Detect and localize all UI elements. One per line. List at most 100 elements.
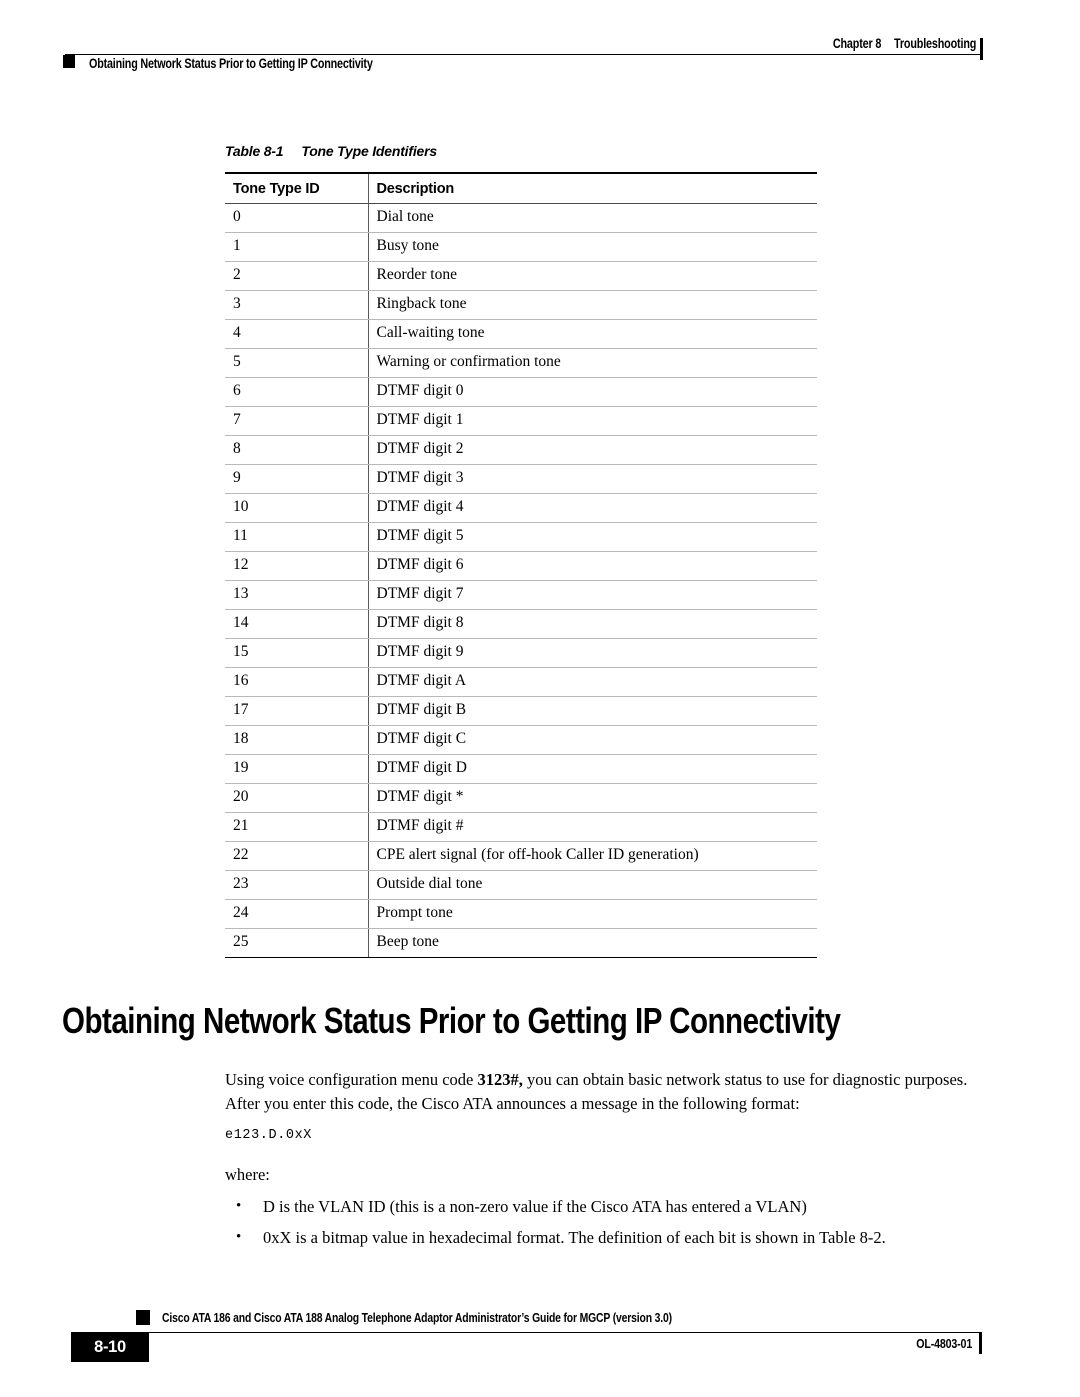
table-row: 10 DTMF digit 4	[225, 493, 817, 523]
table-row: 6 DTMF digit 0	[225, 377, 817, 407]
cell-description: DTMF digit 9	[367, 638, 817, 668]
intro-paragraph: Using voice configuration menu code 3123…	[225, 1068, 998, 1116]
page-header: Chapter 8 Troubleshooting Obtaining Netwo…	[0, 0, 1080, 90]
cell-description: Busy tone	[367, 232, 817, 262]
header-chapter-number: Chapter 8	[832, 36, 882, 51]
table-caption: Table 8-1 Tone Type Identifiers	[225, 143, 817, 159]
cell-description: DTMF digit 5	[367, 522, 817, 552]
cell-description: Ringback tone	[367, 290, 817, 320]
page-number: 8-10	[94, 1338, 126, 1356]
table-row: 2 Reorder tone	[225, 261, 817, 291]
cell-description: Call-waiting tone	[367, 319, 817, 349]
header-end-tick	[980, 38, 983, 60]
table-row: 23 Outside dial tone	[225, 870, 817, 900]
table-row: 19 DTMF digit D	[225, 754, 817, 784]
cell-tone-type-id: 17	[225, 696, 368, 726]
table-row: 24 Prompt tone	[225, 899, 817, 929]
table-row: 20 DTMF digit *	[225, 783, 817, 813]
cell-tone-type-id: 18	[225, 725, 368, 755]
table-row: 11 DTMF digit 5	[225, 522, 817, 552]
table-row: 15 DTMF digit 9	[225, 638, 817, 668]
cell-tone-type-id: 11	[225, 522, 368, 552]
column-header-tone-type-id: Tone Type ID	[225, 172, 368, 204]
table-body: 0 Dial tone 1 Busy tone 2 Reorder tone 3 Ringba…	[225, 203, 817, 958]
footer-guide-title: Cisco ATA 186 and Cisco ATA 188 Analog T…	[162, 1310, 672, 1325]
table-row: 12 DTMF digit 6	[225, 551, 817, 581]
cell-tone-type-id: 14	[225, 609, 368, 639]
cell-description: DTMF digit D	[367, 754, 817, 784]
section-body: Using voice configuration menu code 3123…	[225, 1068, 998, 1258]
document-number: OL-4803-01	[916, 1336, 972, 1351]
cell-tone-type-id: 7	[225, 406, 368, 436]
table-row: 3 Ringback tone	[225, 290, 817, 320]
table-row: 18 DTMF digit C	[225, 725, 817, 755]
table-row: 13 DTMF digit 7	[225, 580, 817, 610]
cell-description: DTMF digit 3	[367, 464, 817, 494]
cell-tone-type-id: 22	[225, 841, 368, 871]
cell-description: Warning or confirmation tone	[367, 348, 817, 378]
cell-tone-type-id: 24	[225, 899, 368, 929]
table-row: 14 DTMF digit 8	[225, 609, 817, 639]
cell-tone-type-id: 9	[225, 464, 368, 494]
list-item: 0xX is a bitmap value in hexadecimal for…	[225, 1226, 998, 1249]
header-chapter-title: Troubleshooting	[893, 36, 976, 51]
cell-tone-type-id: 21	[225, 812, 368, 842]
cell-tone-type-id: 25	[225, 928, 368, 958]
cell-tone-type-id: 12	[225, 551, 368, 581]
cell-tone-type-id: 5	[225, 348, 368, 378]
cell-description: DTMF digit 4	[367, 493, 817, 523]
page-title: Obtaining Network Status Prior to Gettin…	[62, 1000, 841, 1041]
cell-description: DTMF digit 2	[367, 435, 817, 465]
cell-description: DTMF digit A	[367, 667, 817, 697]
cell-tone-type-id: 6	[225, 377, 368, 407]
cell-description: DTMF digit B	[367, 696, 817, 726]
table-row: 4 Call-waiting tone	[225, 319, 817, 349]
cell-description: Reorder tone	[367, 261, 817, 291]
cell-tone-type-id: 23	[225, 870, 368, 900]
intro-paragraph-part1: Using voice configuration menu code	[225, 1070, 478, 1089]
cell-description: Beep tone	[367, 928, 817, 958]
cell-tone-type-id: 2	[225, 261, 368, 291]
footer-rule	[136, 1332, 981, 1333]
cell-description: DTMF digit 7	[367, 580, 817, 610]
cell-description: DTMF digit 0	[367, 377, 817, 407]
cell-description: DTMF digit 6	[367, 551, 817, 581]
page-footer: Cisco ATA 186 and Cisco ATA 188 Analog T…	[0, 1300, 1080, 1370]
cell-description: Outside dial tone	[367, 870, 817, 900]
where-label: where:	[225, 1165, 270, 1184]
code-sample: e123.D.0xX	[225, 1128, 313, 1143]
header-rule	[65, 54, 981, 55]
cell-description: DTMF digit 1	[367, 406, 817, 436]
cell-description: DTMF digit C	[367, 725, 817, 755]
table-block: Table 8-1 Tone Type Identifiers Tone Type…	[225, 143, 817, 958]
table-caption-title: Tone Type Identifiers	[301, 143, 437, 159]
table-row: 16 DTMF digit A	[225, 667, 817, 697]
table-row: 25 Beep tone	[225, 928, 817, 958]
header-running-title: Obtaining Network Status Prior to Gettin…	[89, 56, 373, 71]
cell-tone-type-id: 10	[225, 493, 368, 523]
cell-description: DTMF digit 8	[367, 609, 817, 639]
table-row: 8 DTMF digit 2	[225, 435, 817, 465]
footer-end-tick	[979, 1332, 982, 1354]
cell-description: Prompt tone	[367, 899, 817, 929]
cell-description: DTMF digit *	[367, 783, 817, 813]
table-row: 9 DTMF digit 3	[225, 464, 817, 494]
table-row: 5 Warning or confirmation tone	[225, 348, 817, 378]
cell-tone-type-id: 16	[225, 667, 368, 697]
column-header-description: Description	[367, 172, 817, 204]
cell-tone-type-id: 15	[225, 638, 368, 668]
cell-description: CPE alert signal (for off-hook Caller ID…	[367, 841, 817, 871]
tone-type-identifiers-table: Tone Type ID Description 0 Dial tone 1 Busy…	[225, 172, 817, 958]
cell-tone-type-id: 4	[225, 319, 368, 349]
table-row: 22 CPE alert signal (for off-hook Caller …	[225, 841, 817, 871]
cell-tone-type-id: 8	[225, 435, 368, 465]
table-header-row: Tone Type ID Description	[225, 172, 817, 204]
cell-tone-type-id: 1	[225, 232, 368, 262]
cell-tone-type-id: 20	[225, 783, 368, 813]
table-row: 7 DTMF digit 1	[225, 406, 817, 436]
table-row: 17 DTMF digit B	[225, 696, 817, 726]
menu-code-emphasis: 3123#,	[477, 1070, 523, 1089]
page-number-badge: 8-10	[71, 1332, 149, 1362]
table-caption-number: Table 8-1	[225, 143, 284, 159]
table-row: 1 Busy tone	[225, 232, 817, 262]
